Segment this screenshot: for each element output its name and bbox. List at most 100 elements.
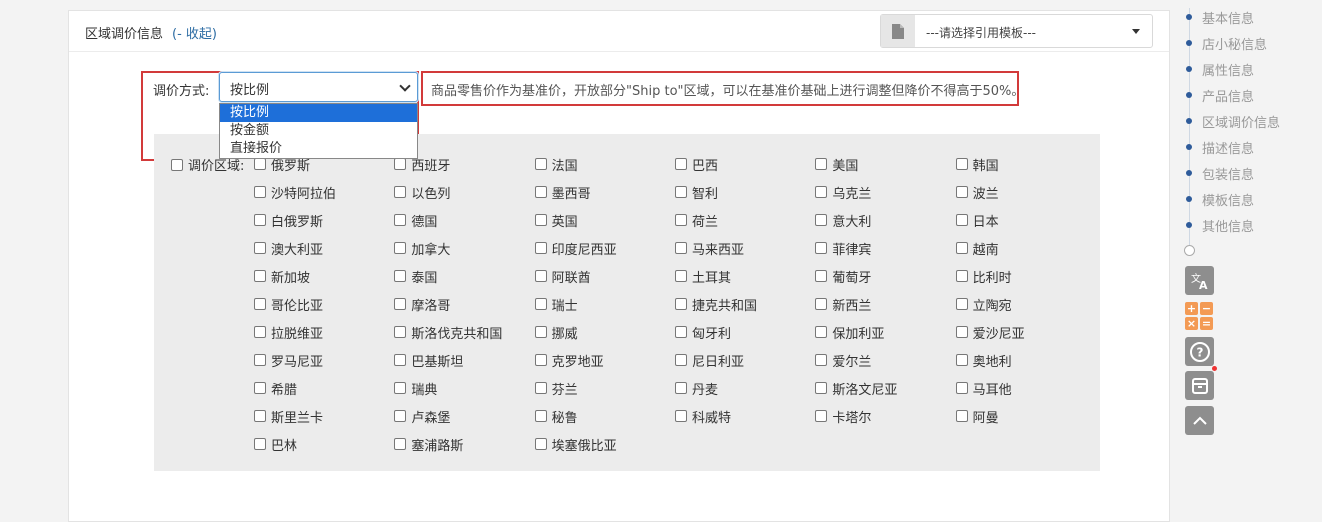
country-option[interactable]: 比利时 xyxy=(955,262,1096,290)
checkbox[interactable] xyxy=(674,298,687,310)
country-option[interactable]: 阿曼 xyxy=(955,402,1096,430)
nav-item-description[interactable]: 描述信息 xyxy=(1186,134,1254,160)
checkbox[interactable] xyxy=(254,242,266,254)
country-option[interactable]: 爱尔兰 xyxy=(815,346,955,374)
checkbox[interactable] xyxy=(254,158,266,170)
country-option[interactable]: 巴基斯坦 xyxy=(394,346,534,374)
country-option[interactable]: 捷克共和国 xyxy=(674,290,815,318)
checkbox[interactable] xyxy=(534,214,547,226)
country-option[interactable]: 巴西 xyxy=(674,150,815,178)
country-option[interactable]: 英国 xyxy=(534,206,675,234)
country-option[interactable]: 韩国 xyxy=(955,150,1096,178)
nav-item-other[interactable]: 其他信息 xyxy=(1186,212,1254,238)
country-option[interactable]: 保加利亚 xyxy=(815,318,955,346)
country-option[interactable]: 德国 xyxy=(394,206,534,234)
country-option[interactable]: 沙特阿拉伯 xyxy=(254,178,394,206)
checkbox[interactable] xyxy=(394,214,407,226)
checkbox[interactable] xyxy=(394,354,407,366)
checkbox[interactable] xyxy=(955,298,968,310)
pricing-method-select[interactable]: 按比例 xyxy=(219,72,418,102)
checkbox[interactable] xyxy=(254,326,266,338)
checkbox[interactable] xyxy=(254,438,266,450)
nav-item-product[interactable]: 产品信息 xyxy=(1186,82,1254,108)
country-option[interactable]: 巴林 xyxy=(254,430,394,458)
back-to-top-button[interactable] xyxy=(1185,406,1214,435)
country-option[interactable]: 以色列 xyxy=(394,178,534,206)
checkbox[interactable] xyxy=(815,298,828,310)
country-option[interactable]: 摩洛哥 xyxy=(394,290,534,318)
country-option[interactable]: 卢森堡 xyxy=(394,402,534,430)
checkbox[interactable] xyxy=(534,382,547,394)
checkbox[interactable] xyxy=(955,326,968,338)
archive-button[interactable] xyxy=(1185,371,1214,400)
country-option[interactable]: 新加坡 xyxy=(254,262,394,290)
nav-item-basic[interactable]: 基本信息 xyxy=(1186,4,1254,30)
country-option[interactable]: 爱沙尼亚 xyxy=(955,318,1096,346)
checkbox[interactable] xyxy=(815,270,828,282)
checkbox[interactable] xyxy=(955,214,968,226)
country-option[interactable]: 阿联酋 xyxy=(534,262,675,290)
checkbox[interactable] xyxy=(534,242,547,254)
country-option[interactable]: 埃塞俄比亚 xyxy=(534,430,675,458)
country-option[interactable]: 乌克兰 xyxy=(815,178,955,206)
country-option[interactable]: 丹麦 xyxy=(674,374,815,402)
country-option[interactable]: 葡萄牙 xyxy=(815,262,955,290)
calculator-button[interactable]: + − × = xyxy=(1185,302,1214,331)
checkbox[interactable] xyxy=(955,410,968,422)
country-option[interactable]: 瑞典 xyxy=(394,374,534,402)
checkbox[interactable] xyxy=(815,158,828,170)
checkbox[interactable] xyxy=(674,214,687,226)
country-option[interactable]: 尼日利亚 xyxy=(674,346,815,374)
country-option[interactable]: 芬兰 xyxy=(534,374,675,402)
checkbox[interactable] xyxy=(815,410,828,422)
checkbox[interactable] xyxy=(254,298,266,310)
checkbox[interactable] xyxy=(254,186,266,198)
nav-item-template[interactable]: 模板信息 xyxy=(1186,186,1254,212)
checkbox[interactable] xyxy=(534,158,547,170)
collapse-link[interactable]: (- 收起) xyxy=(172,23,217,42)
checkbox[interactable] xyxy=(674,186,687,198)
country-option[interactable]: 智利 xyxy=(674,178,815,206)
country-option[interactable]: 意大利 xyxy=(815,206,955,234)
checkbox[interactable] xyxy=(394,242,407,254)
country-option[interactable]: 墨西哥 xyxy=(534,178,675,206)
country-option[interactable]: 加拿大 xyxy=(394,234,534,262)
checkbox[interactable] xyxy=(674,326,687,338)
country-option[interactable]: 波兰 xyxy=(955,178,1096,206)
country-option[interactable]: 斯洛伐克共和国 xyxy=(394,318,534,346)
checkbox[interactable] xyxy=(955,242,968,254)
checkbox[interactable] xyxy=(254,410,266,422)
checkbox[interactable] xyxy=(171,158,183,171)
checkbox[interactable] xyxy=(815,382,828,394)
country-option[interactable]: 奥地利 xyxy=(955,346,1096,374)
country-option[interactable]: 瑞士 xyxy=(534,290,675,318)
checkbox[interactable] xyxy=(254,214,266,226)
checkbox[interactable] xyxy=(394,158,407,170)
checkbox[interactable] xyxy=(815,354,828,366)
checkbox[interactable] xyxy=(674,410,687,422)
country-option[interactable]: 印度尼西亚 xyxy=(534,234,675,262)
country-option[interactable]: 秘鲁 xyxy=(534,402,675,430)
country-option[interactable]: 斯里兰卡 xyxy=(254,402,394,430)
dropdown-option[interactable]: 按金额 xyxy=(220,122,417,140)
checkbox[interactable] xyxy=(955,354,968,366)
checkbox[interactable] xyxy=(674,382,687,394)
country-option[interactable]: 菲律宾 xyxy=(815,234,955,262)
country-option[interactable]: 哥伦比亚 xyxy=(254,290,394,318)
checkbox[interactable] xyxy=(534,410,547,422)
checkbox[interactable] xyxy=(955,158,968,170)
checkbox[interactable] xyxy=(534,354,547,366)
country-option[interactable]: 卡塔尔 xyxy=(815,402,955,430)
checkbox[interactable] xyxy=(394,298,407,310)
checkbox[interactable] xyxy=(674,242,687,254)
nav-item-packaging[interactable]: 包装信息 xyxy=(1186,160,1254,186)
country-option[interactable]: 美国 xyxy=(815,150,955,178)
country-option[interactable]: 立陶宛 xyxy=(955,290,1096,318)
checkbox[interactable] xyxy=(394,438,407,450)
checkbox[interactable] xyxy=(955,270,968,282)
dropdown-option[interactable]: 直接报价 xyxy=(220,140,417,158)
checkbox[interactable] xyxy=(254,382,266,394)
country-option[interactable]: 马耳他 xyxy=(955,374,1096,402)
country-option[interactable]: 塞浦路斯 xyxy=(394,430,534,458)
country-option[interactable]: 斯洛文尼亚 xyxy=(815,374,955,402)
